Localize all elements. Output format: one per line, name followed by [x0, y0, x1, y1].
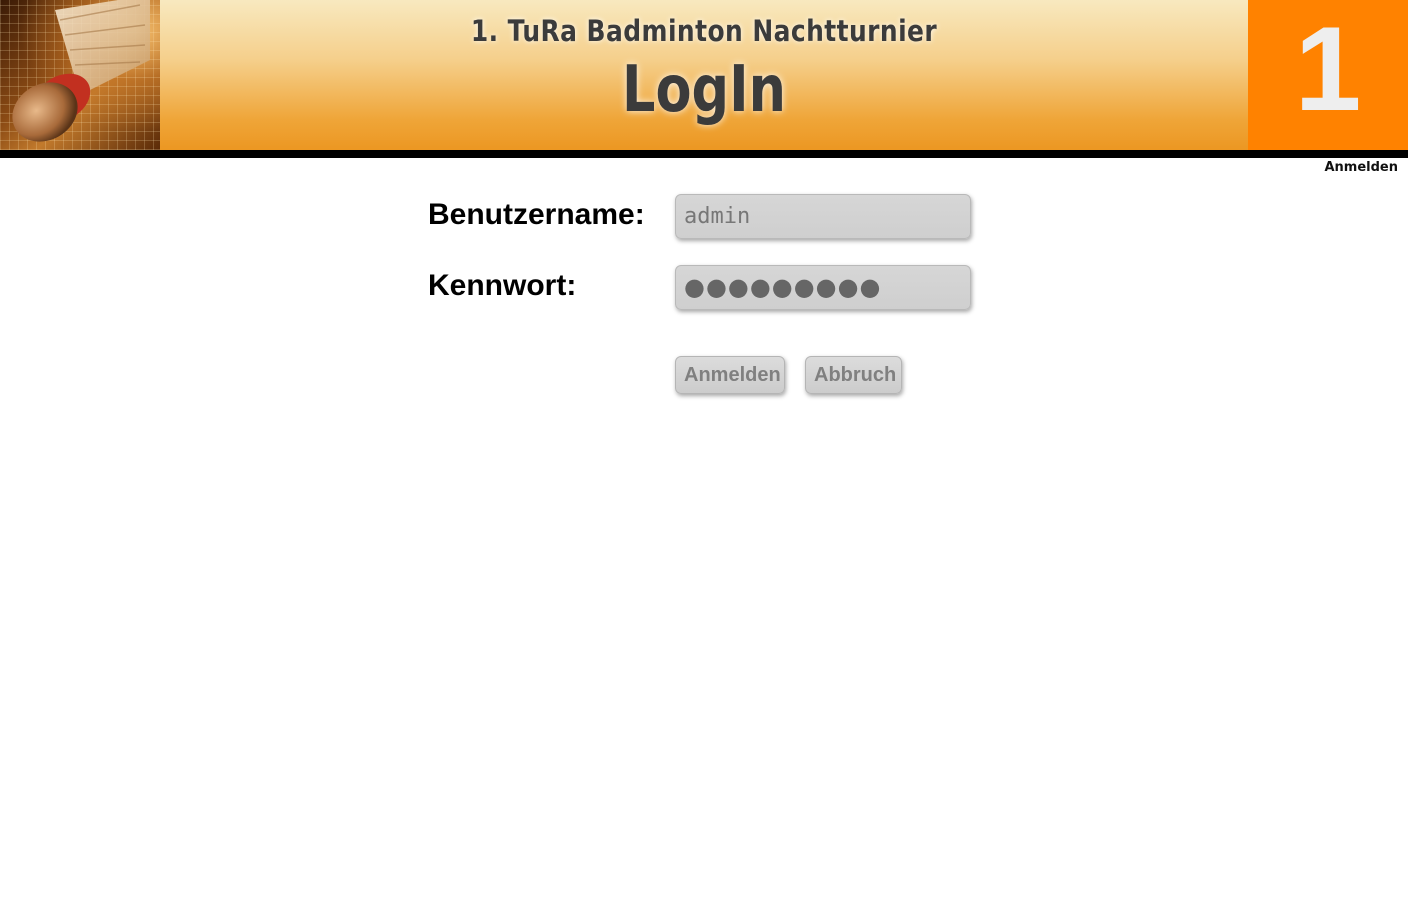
- tournament-title: 1. TuRa Badminton Nachtturnier: [470, 14, 938, 48]
- login-link[interactable]: Anmelden: [1324, 160, 1398, 175]
- login-button[interactable]: Anmelden: [675, 356, 785, 394]
- username-label: Benutzername:: [428, 198, 645, 231]
- shuttlecock-image: [0, 0, 160, 150]
- page-title: LogIn: [622, 53, 786, 127]
- cancel-button[interactable]: Abbruch: [805, 356, 902, 394]
- header-divider: [0, 150, 1408, 158]
- shuttlecock-icon: [12, 0, 150, 142]
- username-field[interactable]: [675, 194, 971, 239]
- number-badge: 1: [1248, 0, 1408, 150]
- badge-number: 1: [1294, 2, 1362, 136]
- password-label: Kennwort:: [428, 269, 577, 302]
- password-field[interactable]: ●●●●●●●●●: [675, 265, 971, 310]
- page-header: 1. TuRa Badminton Nachtturnier LogIn 1: [0, 0, 1408, 150]
